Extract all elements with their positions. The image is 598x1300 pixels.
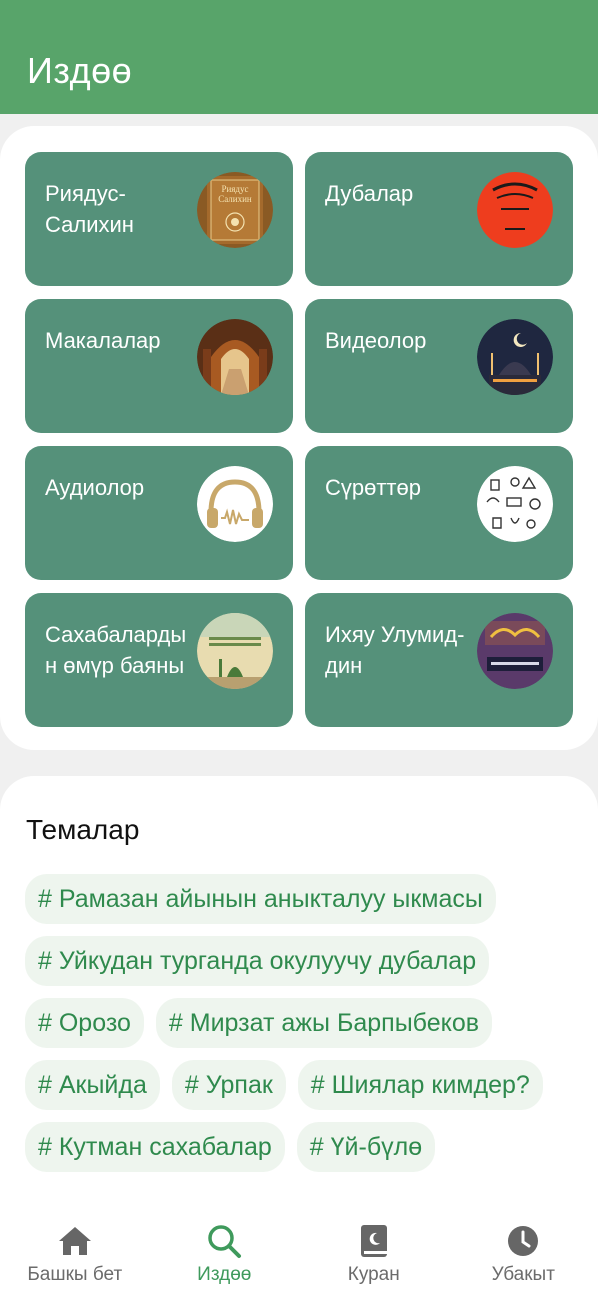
- nav-label: Убакыт: [491, 1264, 555, 1285]
- search-icon: [208, 1225, 242, 1258]
- category-label: Сүрөттөр: [325, 475, 421, 500]
- topic-tag[interactable]: # Акыйда: [25, 1060, 160, 1110]
- category-card-ihyau[interactable]: Ихяу Улумид-дин: [305, 593, 573, 727]
- category-card-dubalar[interactable]: Дубалар: [305, 152, 573, 286]
- headphones-icon: [197, 466, 273, 542]
- nav-item-home[interactable]: Башкы бет: [0, 1211, 150, 1300]
- category-card-videolor[interactable]: Видеолор: [305, 299, 573, 433]
- library-photo-icon: [197, 319, 273, 395]
- topics-heading: Темалар: [26, 814, 140, 845]
- page-title: Издөө: [27, 50, 133, 91]
- category-label: Ихяу Улумид-дин: [325, 622, 465, 678]
- category-card-audiolor[interactable]: Аудиолор: [25, 446, 293, 580]
- nav-label: Куран: [347, 1264, 400, 1285]
- topic-tag[interactable]: # Урпак: [171, 1060, 286, 1110]
- nav-label: Башкы бет: [27, 1264, 123, 1285]
- nav-item-search[interactable]: Издөө: [150, 1211, 300, 1300]
- category-label: Видеолор: [325, 328, 427, 353]
- nav-item-quran[interactable]: Куран: [299, 1211, 449, 1300]
- nav-item-time[interactable]: Убакыт: [449, 1211, 598, 1300]
- category-label: Риядус-Салихин: [45, 181, 134, 237]
- quran-book-icon: [360, 1225, 387, 1257]
- category-card-sahabalar[interactable]: Сахабалардын өмүр баяны: [25, 593, 293, 727]
- topic-tag[interactable]: # Орозо: [25, 998, 144, 1048]
- mosque-night-photo-icon: [477, 319, 553, 395]
- app-header: Издөө: [0, 0, 598, 114]
- illustrations-pattern-icon: [477, 466, 553, 542]
- categories-panel: Риядус-Салихин Риядус Салихин Дубалар Ма…: [0, 126, 598, 750]
- category-label: Макалалар: [45, 328, 161, 353]
- topic-tag[interactable]: # Уйкудан турганда окулуучу дубалар: [25, 936, 490, 986]
- clock-icon: [508, 1226, 539, 1256]
- svg-text:Салихин: Салихин: [218, 194, 252, 204]
- topic-tags: # Рамазан айынын аныкталуу ыкмасы # Уйку…: [25, 874, 585, 1172]
- topic-tag[interactable]: # Рамазан айынын аныкталуу ыкмасы: [25, 874, 496, 924]
- home-icon: [58, 1227, 91, 1255]
- book-cover-riyadus-salihin-icon: Риядус Салихин: [197, 172, 273, 248]
- book-cover-dubalar-icon: [477, 172, 553, 248]
- book-cover-sahabalar-icon: [197, 613, 273, 689]
- svg-text:Риядус: Риядус: [221, 184, 248, 194]
- category-card-makalalar[interactable]: Макалалар: [25, 299, 293, 433]
- category-label: Аудиолор: [45, 475, 145, 500]
- book-cover-ihyau-icon: [477, 613, 553, 689]
- category-card-suroottor[interactable]: Сүрөттөр: [305, 446, 573, 580]
- topic-tag[interactable]: # Шиялар кимдер?: [297, 1060, 543, 1110]
- category-label: Дубалар: [325, 181, 414, 206]
- categories-grid: Риядус-Салихин Риядус Салихин Дубалар Ма…: [25, 152, 573, 727]
- nav-label: Издөө: [197, 1264, 252, 1285]
- category-card-riyadus-salihin[interactable]: Риядус-Салихин Риядус Салихин: [25, 152, 293, 286]
- topic-tag[interactable]: # Үй-бүлө: [296, 1122, 436, 1172]
- category-label: Сахабалардын өмүр баяны: [45, 622, 187, 678]
- bottom-navigation: Башкы бет Издөө Куран Убакыт: [0, 1211, 598, 1300]
- topic-tag[interactable]: # Мирзат ажы Барпыбеков: [155, 998, 493, 1048]
- topic-tag[interactable]: # Кутман сахабалар: [25, 1122, 285, 1172]
